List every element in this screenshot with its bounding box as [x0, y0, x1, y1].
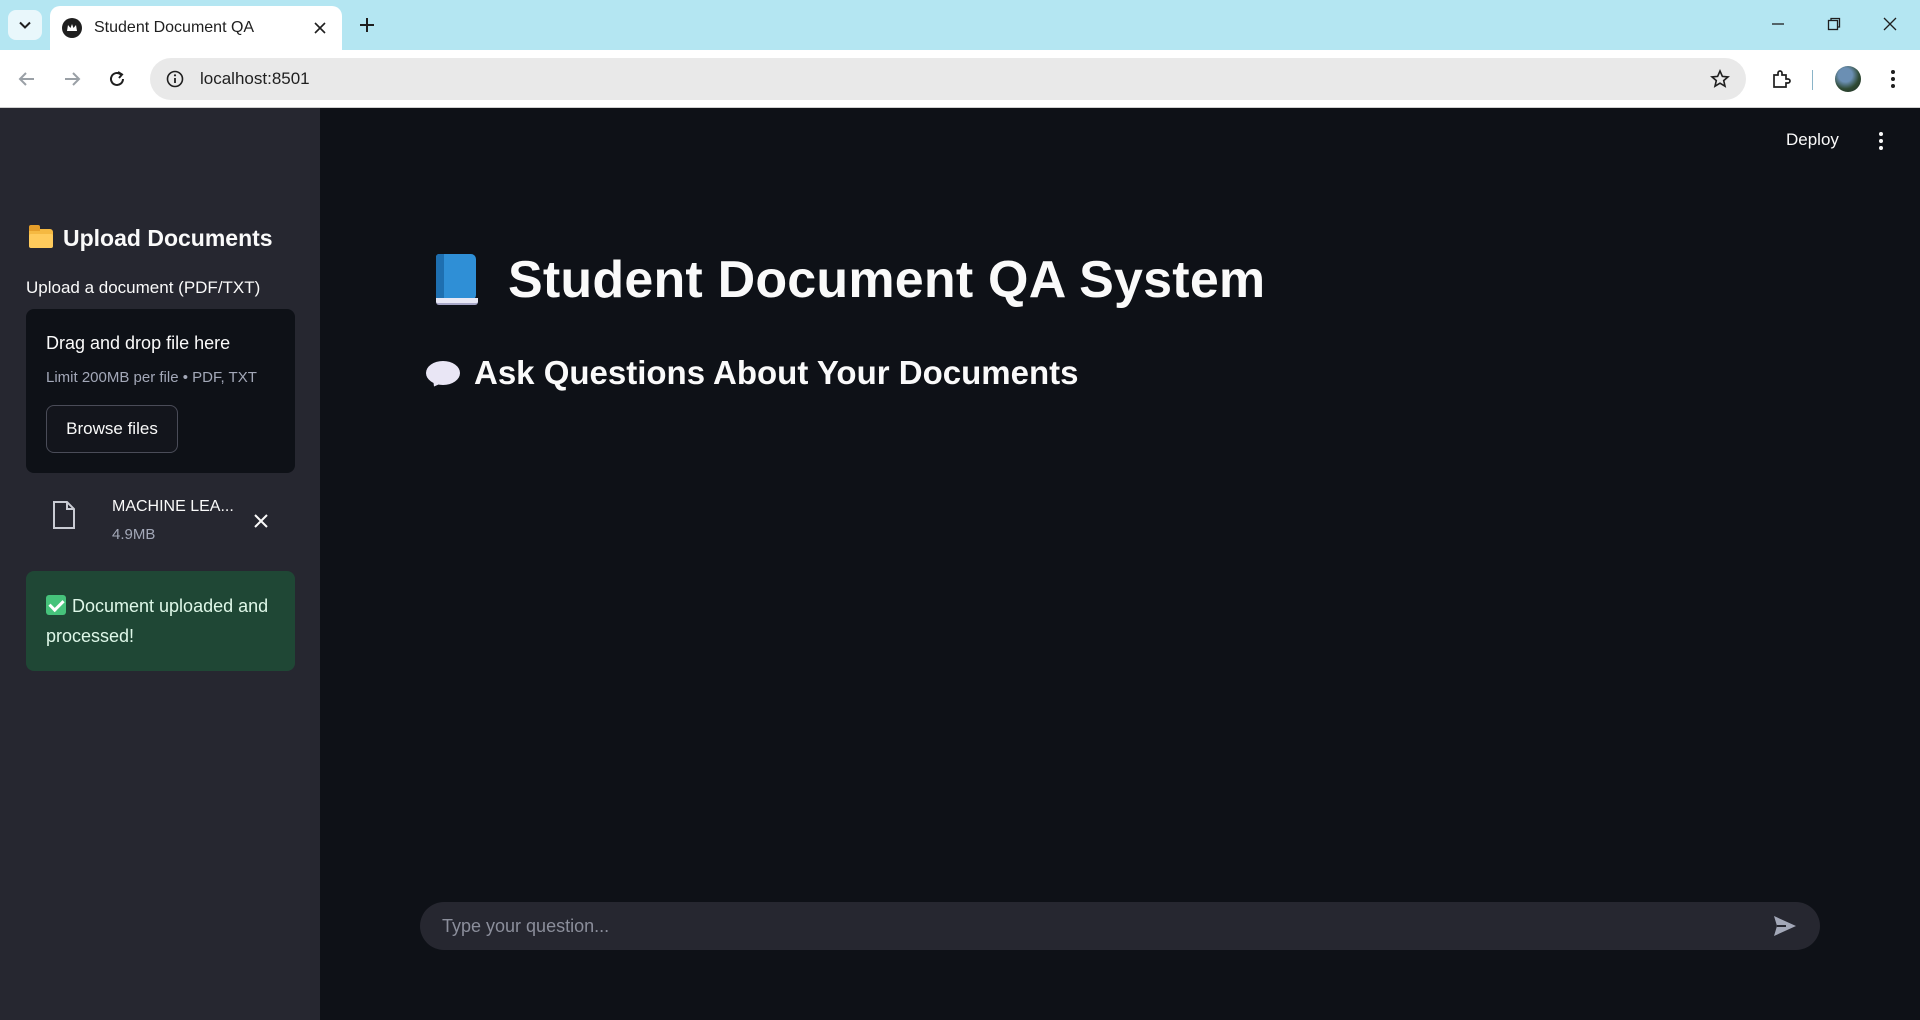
back-button[interactable]: [10, 62, 44, 96]
arrow-right-icon: [65, 72, 81, 86]
browser-tab-strip: Student Document QA: [0, 0, 1920, 50]
sidebar-header-text: Upload Documents: [63, 225, 273, 251]
tab-search-button[interactable]: [8, 10, 42, 40]
forward-button[interactable]: [55, 62, 89, 96]
page-title: Student Document QA System: [432, 250, 1265, 310]
browser-tab[interactable]: Student Document QA: [50, 6, 342, 50]
restore-button[interactable]: [1806, 0, 1862, 48]
tab-title: Student Document QA: [94, 19, 255, 36]
browse-files-button[interactable]: Browse files: [46, 405, 178, 453]
dropzone-limit: Limit 200MB per file • PDF, TXT: [46, 369, 257, 386]
profile-avatar[interactable]: [1835, 66, 1861, 92]
file-size: 4.9MB: [112, 526, 156, 543]
speech-bubble-icon: [426, 361, 460, 385]
toolbar-separator: [1812, 70, 1813, 90]
close-icon: [254, 514, 268, 528]
minimize-button[interactable]: [1750, 0, 1806, 48]
tab-close-icon[interactable]: [310, 18, 330, 38]
arrow-left-icon: [18, 72, 34, 86]
site-info-icon[interactable]: [164, 68, 186, 90]
success-message: Document uploaded and processed!: [46, 596, 269, 646]
browser-menu-button[interactable]: [1876, 62, 1910, 96]
page-subtitle-text: Ask Questions About Your Documents: [474, 354, 1079, 391]
plus-icon: [360, 18, 374, 32]
deploy-button[interactable]: Deploy: [1786, 130, 1839, 150]
page-title-text: Student Document QA System: [508, 251, 1266, 309]
file-icon: [52, 500, 76, 535]
kebab-menu-icon: [1879, 132, 1883, 150]
sidebar-header: Upload Documents: [29, 225, 273, 252]
file-name: MACHINE LEA...: [112, 498, 234, 515]
streamlit-favicon-icon: [62, 18, 82, 38]
file-dropzone[interactable]: Drag and drop file here Limit 200MB per …: [26, 309, 295, 473]
sidebar: Upload Documents Upload a document (PDF/…: [0, 108, 320, 1020]
success-alert: Document uploaded and processed!: [26, 571, 295, 671]
uploader-label: Upload a document (PDF/TXT): [26, 278, 261, 297]
restore-icon: [1827, 17, 1841, 31]
send-button[interactable]: [1770, 911, 1800, 941]
page-subtitle: Ask Questions About Your Documents: [426, 354, 1078, 392]
close-window-button[interactable]: [1862, 0, 1918, 48]
check-mark-icon: [46, 595, 66, 615]
puzzle-icon: [1773, 70, 1791, 88]
kebab-menu-icon: [1891, 70, 1895, 88]
chevron-down-icon: [19, 21, 31, 29]
send-icon: [1774, 916, 1796, 936]
streamlit-app: Upload Documents Upload a document (PDF/…: [0, 108, 1920, 1020]
app-menu-button[interactable]: [1870, 128, 1892, 154]
new-tab-button[interactable]: [352, 10, 382, 40]
address-bar[interactable]: localhost:8501: [150, 58, 1746, 100]
url-text[interactable]: localhost:8501: [200, 69, 1708, 89]
blue-book-icon: [432, 254, 480, 306]
remove-file-button[interactable]: [248, 508, 274, 534]
bookmark-star-icon[interactable]: [1708, 67, 1732, 91]
extensions-button[interactable]: [1764, 62, 1798, 96]
reload-button[interactable]: [100, 62, 134, 96]
chat-input[interactable]: [442, 915, 1770, 937]
dropzone-title: Drag and drop file here: [46, 333, 231, 353]
chat-input-bar: [420, 902, 1820, 950]
close-icon: [1883, 17, 1897, 31]
minimize-icon: [1772, 23, 1784, 25]
folder-icon: [29, 225, 53, 248]
reload-icon: [110, 71, 124, 86]
browser-toolbar: localhost:8501: [0, 50, 1920, 108]
uploaded-file-item: MACHINE LEA... 4.9MB: [26, 486, 295, 546]
